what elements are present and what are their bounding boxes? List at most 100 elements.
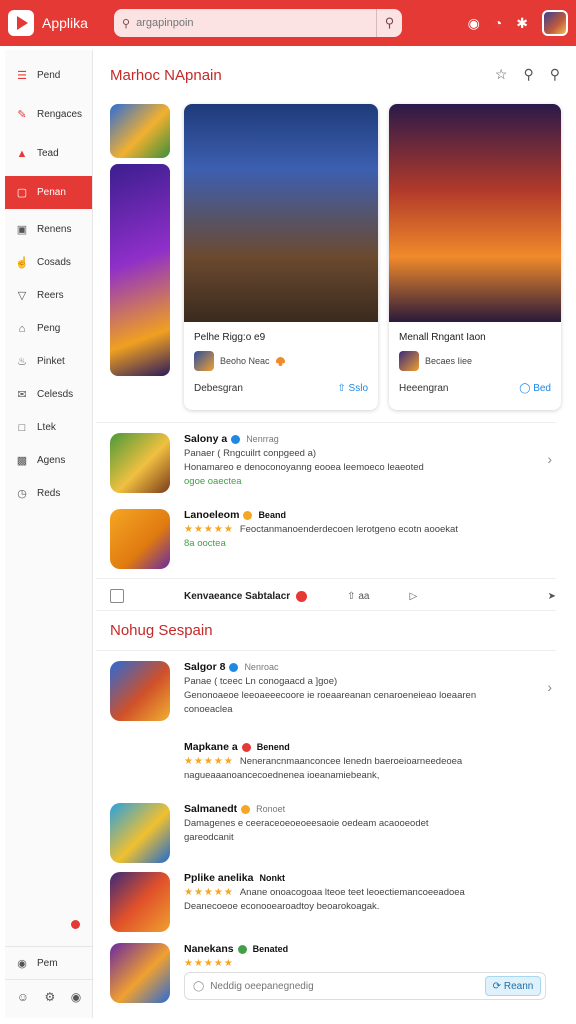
featured-card-footer: Debesgran ⇧ Sslo (184, 371, 378, 394)
game-artwork (389, 104, 561, 322)
sidebar-item-4[interactable]: ▣ Renens (5, 213, 92, 246)
featured-card-meta: Becaes Iiee (389, 343, 561, 371)
top-icons: ◉ ◔ ✱ (468, 10, 568, 36)
app-logo-icon[interactable] (8, 10, 34, 36)
app-name-text: Nanekans (184, 943, 234, 955)
app-name: Salgor 8 Nenroac (184, 661, 544, 673)
sidebar-item-6[interactable]: ▽ Reers (5, 279, 92, 312)
app-extra: Deanecoeoe econooearoadtoy beoarokoagak. (184, 901, 380, 912)
leaf-icon (237, 944, 247, 954)
sidebar-item-0[interactable]: ☰ Pend (5, 59, 92, 92)
upload-button[interactable]: ⇧ aa (347, 591, 369, 602)
chevron-right-icon[interactable]: › (547, 679, 552, 695)
sidebar-item-7[interactable]: ⌂ Peng (5, 312, 92, 345)
app-rating-row: ★★★★★ Feoctanmanoenderdecoen lerotgeno ec… (184, 524, 544, 535)
sidebar-item-8[interactable]: ♨ Pinket (5, 345, 92, 378)
comment-label: Bed (533, 383, 551, 394)
settings-icon[interactable]: ✱ (516, 15, 528, 32)
sidebar-item-label: Celesds (37, 389, 74, 400)
app-icon (110, 509, 170, 569)
app-description: Feoctanmanoenderdecoen lerotgeno ecotn a… (239, 524, 458, 535)
history-icon[interactable]: ◔ (494, 15, 502, 31)
app-tag: Ronoet (256, 804, 286, 814)
featured-card[interactable]: Menall Rngant Iaon Becaes Iiee Heeengran… (389, 104, 561, 410)
list-item[interactable]: Salgor 8 Nenroac Panae ( tceec Ln conogaa… (110, 661, 560, 725)
comment-button[interactable]: ◯ Bed (519, 383, 551, 394)
sidebar: ☰ Pend ✎ Rengaces ▲ Tead ▢ Penan ▣ Renens ☝ Co… (5, 50, 93, 1018)
featured-card-category: Debesgran (194, 383, 243, 394)
search-icon: ◯ (193, 980, 205, 992)
sidebar-item-bottom[interactable]: ◉ Pem (5, 946, 93, 979)
user-avatar[interactable] (542, 10, 568, 36)
menu-icon: ☰ (17, 70, 27, 82)
search-icon[interactable]: ⚲ (550, 66, 560, 83)
refresh-icon: ⟳ (492, 980, 502, 992)
featured-card-footer: Heeengran ◯ Bed (389, 371, 561, 394)
sidebar-item-2[interactable]: ▲ Tead (5, 137, 92, 170)
app-icon (194, 351, 214, 371)
app-name-text: Pplike anelika (184, 872, 254, 884)
list-item[interactable]: Pplike anelika Nonkt ★★★★★ Anane onoacogoa… (110, 872, 560, 936)
sidebar-item-label: Penan (37, 187, 66, 198)
sidebar-item-12[interactable]: ◷ Reds (5, 477, 92, 510)
sidebar-footer: ◉ Pem ☺ ⚙ ◉ (5, 946, 93, 1018)
star-icon[interactable]: ☆ (495, 66, 508, 83)
app-extra: gareodcanit (184, 832, 234, 843)
app-info: Salgor 8 Nenroac Panae ( tceec Ln conogaa… (184, 661, 544, 715)
app-name-text: Salony a (184, 433, 228, 445)
app-icon (110, 803, 170, 863)
list-item[interactable]: Lanoeleom Beand ★★★★★ Feoctanmanoenderdeco… (110, 509, 560, 573)
app-info: Pplike anelika Nonkt ★★★★★ Anane onoacogoa… (184, 872, 544, 912)
app-title: Applika (42, 15, 88, 31)
search-icon[interactable]: ⚲ (523, 66, 533, 83)
composer-input[interactable] (210, 980, 471, 992)
upload-icon: ⇧ (347, 590, 356, 602)
featured-card-title: Pelhe Rigg:o e9 (194, 332, 266, 343)
app-icon (110, 872, 170, 932)
app-description: Panae ( tceec Ln conogaacd a ]goe) (184, 676, 338, 687)
section-title: Marhoc NApnain (110, 67, 222, 84)
community-icon[interactable]: ☺ (17, 990, 29, 1004)
featured-card[interactable]: Pelhe Rigg:o e9 Beoho Neac Debesgran ⇧ S… (184, 104, 378, 410)
sidebar-item-1[interactable]: ✎ Rengaces (5, 98, 92, 131)
app-icon (110, 943, 170, 1003)
composer-submit-button[interactable]: ⟳ Reann (485, 976, 541, 996)
list-item[interactable]: Mapkane a Benend ★★★★★ Nenerancnmaanconcee… (110, 741, 560, 797)
award-icon (241, 804, 251, 814)
grid-icon[interactable] (110, 589, 124, 603)
composer: ◯ ⟳ Reann (184, 972, 546, 1000)
list-item[interactable]: Salmanedt Ronoet Damagenes e ceeraceoeoeo… (110, 803, 560, 865)
rating-stars: ★★★★★ (184, 958, 234, 969)
search-submit-button[interactable]: ⚲ (376, 9, 402, 37)
sidebar-item-3[interactable]: ▢ Penan (5, 176, 92, 209)
sidebar-item-9[interactable]: ✉ Celesds (5, 378, 92, 411)
chevron-right-icon[interactable]: › (547, 451, 552, 467)
notifications-icon[interactable]: ◉ (468, 15, 480, 32)
section-actions: ☆ ⚲ ⚲ (495, 66, 560, 83)
sidebar-item-11[interactable]: ▩ Agens (5, 444, 92, 477)
app-name: Pplike anelika Nonkt (184, 872, 544, 884)
send-icon[interactable]: ➤ (548, 591, 556, 602)
sidebar-item-label: Rengaces (37, 109, 83, 120)
triangle-icon: ▲ (16, 147, 28, 160)
mail-icon: ✉ (17, 389, 27, 401)
app-extra: conoeaclea (184, 704, 233, 715)
sidebar-item-5[interactable]: ☝ Cosads (5, 246, 92, 279)
app-info: Lanoeleom Beand ★★★★★ Feoctanmanoenderdeco… (184, 509, 544, 549)
comment-icon: ◯ (519, 383, 531, 394)
app-info: Salmanedt Ronoet Damagenes e ceeraceoeoeo… (184, 803, 544, 843)
list-item[interactable]: Salony a Nenrrag Panaer ( Rngcuilrt conpg… (110, 433, 560, 497)
sidebar-item-label: Peng (37, 323, 61, 334)
folder-icon: ▢ (16, 187, 28, 199)
power-icon[interactable]: ◉ (71, 990, 81, 1004)
upload-count: aa (358, 590, 370, 602)
share-button[interactable]: ⇧ Sslo (337, 383, 368, 394)
settings-icon[interactable]: ⚙ (44, 990, 55, 1004)
play-icon[interactable]: ▷ (409, 591, 417, 602)
featured-card-title: Menall Rngant Iaon (399, 332, 486, 343)
featured-thumbnail[interactable] (110, 104, 170, 158)
section-title: Nohug Sespain (110, 622, 213, 639)
featured-thumbnail[interactable] (110, 164, 170, 376)
search-input[interactable] (136, 17, 367, 29)
sidebar-item-10[interactable]: □ Ltek (5, 411, 92, 444)
